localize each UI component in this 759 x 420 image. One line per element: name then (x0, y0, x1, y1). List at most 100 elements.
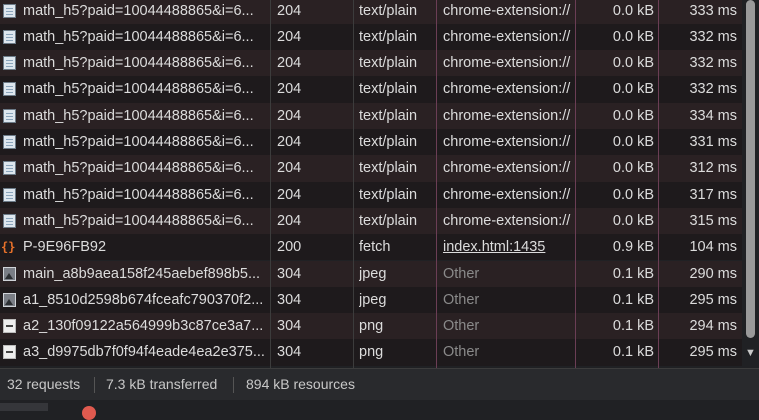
request-name-cell[interactable]: a1_8510d2598b674fceafc790370f2... (0, 287, 270, 313)
type-cell: text/plain (359, 160, 418, 177)
resources-size: 894 kB resources (246, 376, 355, 392)
initiator-cell: Other (443, 291, 480, 308)
initiator-cell: chrome-extension:// (443, 81, 571, 98)
initiator-cell: Other (443, 344, 480, 361)
status-cell: 204 (277, 107, 302, 124)
request-name[interactable]: math_h5?paid=10044488865&i=6... (23, 50, 254, 76)
request-name-cell[interactable]: math_h5?paid=10044488865&i=6... (0, 182, 270, 208)
type-cell: png (359, 318, 384, 335)
request-name-cell[interactable]: math_h5?paid=10044488865&i=6... (0, 24, 270, 50)
request-name[interactable]: P-9E96FB92 (23, 234, 106, 260)
request-name-cell[interactable]: math_h5?paid=10044488865&i=6... (0, 208, 270, 234)
column-divider[interactable] (270, 0, 271, 368)
request-row[interactable]: math_h5?paid=10044488865&i=6... 204 text/p… (0, 181, 742, 208)
network-request-table: math_h5?paid=10044488865&i=6... 204 text/p… (0, 0, 742, 368)
bottom-panel-strip (0, 400, 759, 420)
request-row[interactable]: a3_d9975db7f0f94f4eade4ea2e375... 304 png O… (0, 339, 742, 366)
request-name[interactable]: math_h5?paid=10044488865&i=6... (23, 0, 254, 24)
request-name-cell[interactable]: math_h5?paid=10044488865&i=6... (0, 50, 270, 76)
request-name[interactable]: a3_d9975db7f0f94f4eade4ea2e375... (23, 339, 265, 365)
request-row[interactable]: main_a8b9aea158f245aebef898b5... 304 jpeg O… (0, 260, 742, 287)
type-cell: text/plain (359, 212, 418, 229)
request-name[interactable]: math_h5?paid=10044488865&i=6... (23, 24, 254, 50)
time-cell: 295 ms (689, 344, 737, 361)
request-row[interactable]: math_h5?paid=10044488865&i=6... 204 text/p… (0, 207, 742, 235)
size-cell: 0.0 kB (612, 107, 654, 124)
request-name-cell[interactable]: a2_130f09122a564999b3c87ce3a7... (0, 313, 270, 339)
status-cell: 200 (277, 239, 302, 256)
scroll-down-arrow-icon[interactable]: ▼ (744, 347, 757, 359)
status-cell: 204 (277, 55, 302, 72)
image-icon (3, 266, 16, 281)
request-name-cell[interactable]: math_h5?paid=10044488865&i=6... (0, 0, 270, 24)
request-row[interactable]: a1_8510d2598b674fceafc790370f2... 304 jpeg… (0, 286, 742, 314)
request-name-cell[interactable]: math_h5?paid=10044488865&i=6... (0, 103, 270, 129)
document-icon (3, 56, 16, 71)
request-name[interactable]: main_a8b9aea158f245aebef898b5... (23, 261, 260, 287)
request-name-cell[interactable]: {} P-9E96FB92 (0, 234, 270, 260)
time-cell: 332 ms (689, 55, 737, 72)
request-name[interactable]: math_h5?paid=10044488865&i=6... (23, 208, 254, 234)
summary-separator (233, 377, 234, 393)
request-name-cell[interactable]: math_h5?paid=10044488865&i=6... (0, 76, 270, 102)
request-count: 32 requests (7, 376, 81, 392)
size-cell: 0.0 kB (612, 28, 654, 45)
request-name[interactable]: math_h5?paid=10044488865&i=6... (23, 129, 254, 155)
scrollbar-thumb[interactable] (746, 0, 755, 338)
vertical-scrollbar[interactable]: ▼ (742, 0, 759, 368)
document-icon (3, 213, 16, 228)
request-name[interactable]: math_h5?paid=10044488865&i=6... (23, 182, 254, 208)
size-cell: 0.1 kB (612, 318, 654, 335)
status-cell: 304 (277, 318, 302, 335)
request-row[interactable]: math_h5?paid=10044488865&i=6... 204 text/p… (0, 0, 742, 24)
time-cell: 332 ms (689, 28, 737, 45)
document-icon (3, 161, 16, 176)
request-name[interactable]: a1_8510d2598b674fceafc790370f2... (23, 287, 263, 313)
request-name[interactable]: a2_130f09122a564999b3c87ce3a7... (23, 313, 263, 339)
time-cell: 290 ms (689, 265, 737, 282)
document-icon (3, 108, 16, 123)
size-cell: 0.1 kB (612, 344, 654, 361)
initiator-link[interactable]: index.html:1435 (443, 234, 575, 260)
image-icon (3, 292, 16, 307)
request-row[interactable]: {} P-9E96FB92 200 fetch index.html:1435 0.9 k… (0, 234, 742, 261)
request-row[interactable]: math_h5?paid=10044488865&i=6... 204 text/p… (0, 50, 742, 77)
column-divider[interactable] (658, 0, 659, 368)
size-cell: 0.1 kB (612, 291, 654, 308)
request-name[interactable]: math_h5?paid=10044488865&i=6... (23, 76, 254, 102)
column-divider[interactable] (575, 0, 576, 368)
column-divider[interactable] (353, 0, 354, 368)
time-cell: 331 ms (689, 134, 737, 150)
status-cell: 204 (277, 2, 302, 19)
request-name-cell[interactable]: math_h5?paid=10044488865&i=6... (0, 129, 270, 155)
request-name[interactable]: math_h5?paid=10044488865&i=6... (23, 155, 254, 181)
request-row[interactable]: a2_130f09122a564999b3c87ce3a7... 304 png Ot… (0, 313, 742, 340)
request-row[interactable]: math_h5?paid=10044488865&i=6... 204 text/p… (0, 155, 742, 182)
column-divider[interactable] (436, 0, 437, 368)
type-cell: text/plain (359, 55, 418, 72)
type-cell: jpeg (359, 291, 387, 308)
request-name-cell[interactable]: main_a8b9aea158f245aebef898b5... (0, 261, 270, 287)
request-row[interactable]: math_h5?paid=10044488865&i=6... 204 text/p… (0, 102, 742, 129)
document-icon (3, 29, 16, 44)
summary-separator (94, 377, 95, 393)
type-cell: text/plain (359, 134, 418, 150)
request-row[interactable]: math_h5?paid=10044488865&i=6... 204 text/p… (0, 129, 742, 156)
size-cell: 0.0 kB (612, 134, 654, 150)
network-summary-bar: 32 requests 7.3 kB transferred 894 kB re… (0, 368, 759, 400)
drawer-tab[interactable] (0, 403, 48, 411)
request-name-cell[interactable]: math_h5?paid=10044488865&i=6... (0, 155, 270, 181)
size-cell: 0.1 kB (612, 265, 654, 282)
initiator-cell: chrome-extension:// (443, 212, 571, 229)
initiator-cell: chrome-extension:// (443, 134, 571, 150)
time-cell: 334 ms (689, 107, 737, 124)
request-row[interactable]: math_h5?paid=10044488865&i=6... 204 text/p… (0, 23, 742, 51)
type-cell: png (359, 344, 384, 361)
size-cell: 0.0 kB (612, 212, 654, 229)
request-row[interactable]: math_h5?paid=10044488865&i=6... 204 text/p… (0, 76, 742, 103)
request-name-cell[interactable]: a3_d9975db7f0f94f4eade4ea2e375... (0, 339, 270, 365)
type-cell: text/plain (359, 28, 418, 45)
initiator-cell: chrome-extension:// (443, 186, 571, 203)
size-cell: 0.0 kB (612, 160, 654, 177)
request-name[interactable]: math_h5?paid=10044488865&i=6... (23, 103, 254, 129)
